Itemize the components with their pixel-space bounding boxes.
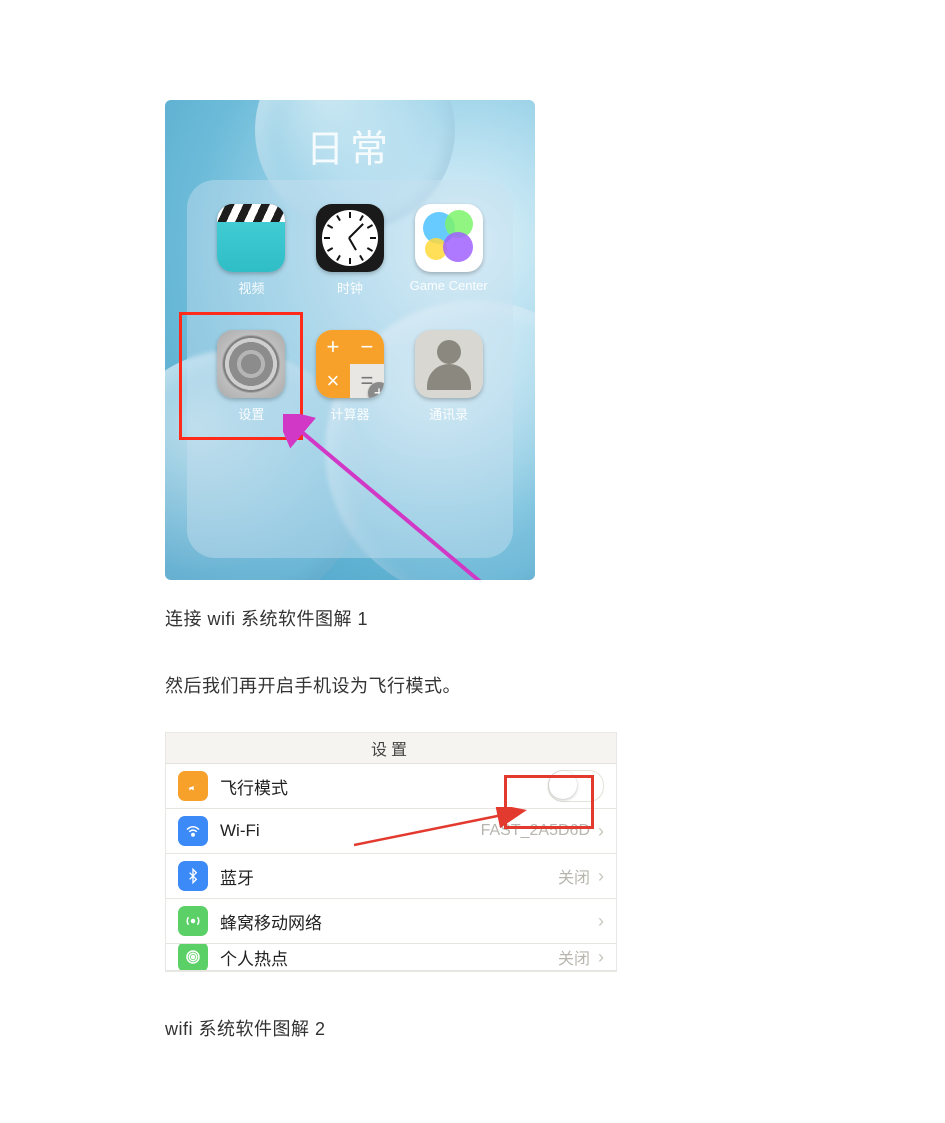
row-airplane-mode[interactable]: 飞行模式: [166, 764, 616, 809]
app-clock[interactable]: 时钟: [316, 204, 384, 324]
row-label: 蓝牙: [220, 864, 558, 889]
row-label: 个人热点: [220, 945, 558, 970]
wifi-icon: [178, 816, 208, 846]
app-label: 视频: [238, 278, 264, 297]
app-game-center[interactable]: Game Center: [410, 204, 488, 324]
app-label: 通讯录: [429, 404, 468, 423]
hotspot-icon: [178, 944, 208, 971]
app-contacts[interactable]: 通讯录: [415, 330, 483, 450]
app-settings[interactable]: 设置: [217, 330, 285, 450]
row-bluetooth[interactable]: 蓝牙 关闭 ›: [166, 854, 616, 899]
row-value: FAST_2A5D6D: [481, 822, 590, 840]
folder-title: 日常: [165, 118, 535, 173]
folder-panel: 视频: [187, 180, 513, 558]
figure-2-settings: 设置 飞行模式 Wi-Fi FAST_2A5D6D › 蓝牙 关闭 ›: [165, 732, 617, 972]
app-video[interactable]: 视频: [217, 204, 285, 324]
app-label: 时钟: [337, 278, 363, 297]
settings-header: 设置: [166, 733, 616, 764]
chevron-right-icon: ›: [598, 866, 604, 887]
row-value: 关闭: [558, 945, 590, 969]
cellular-icon: [178, 906, 208, 936]
video-icon: [217, 204, 285, 272]
row-label: 飞行模式: [220, 774, 548, 799]
airplane-icon: [178, 771, 208, 801]
figure-1-ios-folder: 日常 视频: [165, 100, 535, 580]
app-label: 设置: [238, 404, 264, 423]
document-page: 日常 视频: [0, 0, 945, 1043]
chevron-right-icon: ›: [598, 911, 604, 932]
settings-icon: [217, 330, 285, 398]
game-center-icon: [415, 204, 483, 272]
row-hotspot[interactable]: 个人热点 关闭 ›: [166, 944, 616, 971]
app-label: Game Center: [410, 278, 488, 293]
figure-1-caption: 连接 wifi 系统软件图解 1: [165, 606, 945, 633]
row-label: 蜂窝移动网络: [220, 909, 598, 934]
row-value: 关闭: [558, 864, 590, 888]
add-badge-icon: +: [368, 382, 384, 398]
bluetooth-icon: [178, 861, 208, 891]
row-label: Wi-Fi: [220, 821, 481, 841]
chevron-right-icon: ›: [598, 821, 604, 842]
chevron-right-icon: ›: [598, 947, 604, 968]
contacts-icon: [415, 330, 483, 398]
clock-icon: [316, 204, 384, 272]
instruction-paragraph: 然后我们再开启手机设为飞行模式。: [165, 673, 945, 700]
app-label: 计算器: [330, 404, 369, 423]
calculator-icon: +− ×= +: [316, 330, 384, 398]
row-wifi[interactable]: Wi-Fi FAST_2A5D6D ›: [166, 809, 616, 854]
row-cellular[interactable]: 蜂窝移动网络 ›: [166, 899, 616, 944]
airplane-mode-toggle[interactable]: [548, 770, 604, 802]
app-calculator[interactable]: +− ×= + 计算器: [316, 330, 384, 450]
figure-2-caption: wifi 系统软件图解 2: [165, 1016, 945, 1043]
